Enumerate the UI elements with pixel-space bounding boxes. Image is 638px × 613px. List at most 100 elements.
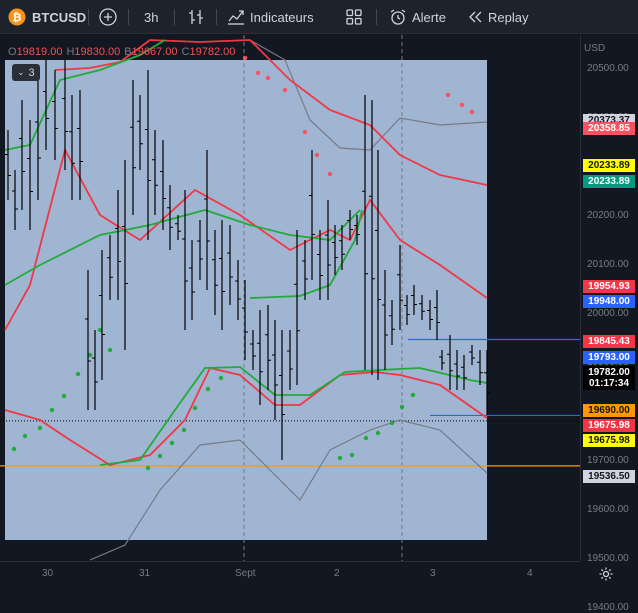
psar-dot-green xyxy=(349,452,355,458)
legend-close-value: 19782.00 xyxy=(189,46,236,58)
psar-dot-green xyxy=(75,371,81,377)
price-tick-label: 19700.00 xyxy=(587,455,629,466)
currency-label: USD xyxy=(584,43,606,54)
toolbar-divider xyxy=(128,9,129,25)
psar-dot-green xyxy=(410,392,416,398)
legend-open-key: O xyxy=(8,46,17,58)
price-tag: 20233.89 xyxy=(583,159,635,172)
price-tick-label: 20100.00 xyxy=(587,259,629,270)
toolbar-divider xyxy=(174,9,175,25)
ohlc-legend: O19819.00 H19830.00 B19667.00 C19782.00 xyxy=(8,46,239,58)
psar-dot-red xyxy=(302,129,308,135)
price-tag: 20233.89 xyxy=(583,175,635,188)
price-tag: 20358.85 xyxy=(583,122,635,135)
price-tick-label: 19500.00 xyxy=(587,553,629,564)
svg-text:₿: ₿ xyxy=(13,11,22,24)
settings-gear-icon[interactable] xyxy=(598,566,614,587)
psar-dot-red xyxy=(314,152,320,158)
psar-dot-green xyxy=(375,430,381,436)
psar-dot-green xyxy=(11,446,17,452)
indicators-label: Indicateurs xyxy=(250,9,314,25)
indicator-count: 3 xyxy=(28,66,35,79)
legend-open: O19819.00 xyxy=(8,46,62,58)
price-tick-label: 19400.00 xyxy=(587,602,629,613)
layout-button[interactable] xyxy=(344,0,364,34)
psar-dot-green xyxy=(363,435,369,441)
price-tick-label: 20200.00 xyxy=(587,210,629,221)
psar-dot-green xyxy=(192,405,198,411)
price-tag: 19793.00 xyxy=(583,351,635,364)
price-tick-label: 19600.00 xyxy=(587,504,629,515)
price-chart[interactable] xyxy=(0,35,580,561)
indicators-icon xyxy=(226,7,246,27)
add-symbol-icon xyxy=(98,7,118,27)
time-tick-label: 2 xyxy=(334,568,340,579)
price-tag: 19954.93 xyxy=(583,280,635,293)
price-tag: 19845.43 xyxy=(583,335,635,348)
bar-style-icon xyxy=(186,7,206,27)
psar-dot-red xyxy=(459,102,465,108)
replay-button[interactable]: Replay xyxy=(466,0,528,34)
psar-dot-green xyxy=(169,440,175,446)
top-toolbar: ₿ BTCUSD 3h Indicateurs Alerte Replay xyxy=(0,0,638,34)
interval-label: 3h xyxy=(144,9,159,25)
replay-icon xyxy=(466,8,484,26)
legend-low-value: 19667.00 xyxy=(131,46,178,58)
indicators-toggle[interactable]: ⌄ 3 xyxy=(12,64,40,81)
legend-low: B19667.00 xyxy=(124,46,177,58)
price-tick-label: 20500.00 xyxy=(587,63,629,74)
interval-button[interactable]: 3h xyxy=(144,0,158,34)
alert-button[interactable]: Alerte xyxy=(388,0,446,34)
psar-dot-green xyxy=(49,407,55,413)
psar-dot-green xyxy=(399,404,405,410)
toolbar-divider xyxy=(376,9,377,25)
time-axis[interactable]: 30 31 Sept 2 3 4 xyxy=(0,561,580,586)
psar-dot-red xyxy=(255,70,261,76)
legend-open-value: 19819.00 xyxy=(16,46,63,58)
price-tag: 19690.00 xyxy=(583,404,635,417)
price-tag: 19536.50 xyxy=(583,470,635,483)
price-tag: 19948.00 xyxy=(583,295,635,308)
legend-high: H19830.00 xyxy=(66,46,120,58)
psar-dot-green xyxy=(389,420,395,426)
price-scale[interactable]: 20500.0020400.0020300.0020200.0020100.00… xyxy=(580,35,638,613)
psar-dot-red xyxy=(265,75,271,81)
psar-dot-green xyxy=(107,347,113,353)
legend-close: C19782.00 xyxy=(182,46,236,58)
indicators-button[interactable]: Indicateurs xyxy=(226,0,314,34)
psar-dot-red xyxy=(445,92,451,98)
replay-label: Replay xyxy=(488,9,529,25)
psar-dot-red xyxy=(469,109,475,115)
psar-dot-green xyxy=(37,425,43,431)
price-tick-label: 20000.00 xyxy=(587,308,629,319)
alert-label: Alerte xyxy=(412,9,446,25)
toolbar-divider xyxy=(88,9,89,25)
legend-high-value: 19830.00 xyxy=(74,46,121,58)
legend-low-key: B xyxy=(124,46,132,58)
psar-dot-green xyxy=(61,393,67,399)
psar-dot-green xyxy=(337,455,343,461)
compare-symbol-button[interactable] xyxy=(98,0,118,34)
psar-dot-green xyxy=(218,375,224,381)
psar-dot-green xyxy=(205,386,211,392)
symbol-label: BTCUSD xyxy=(32,9,87,25)
toolbar-divider xyxy=(216,9,217,25)
time-tick-label: 31 xyxy=(139,568,151,579)
psar-dot-green xyxy=(181,427,187,433)
psar-dot-red xyxy=(242,55,248,61)
time-tick-label: Sept xyxy=(235,568,256,579)
time-tick-label: 30 xyxy=(42,568,54,579)
price-tag: 01:17:34 xyxy=(583,377,635,390)
alarm-clock-icon xyxy=(388,7,408,27)
psar-dot-green xyxy=(145,465,151,471)
chart-style-button[interactable] xyxy=(186,0,206,34)
symbol-search-button[interactable]: ₿ BTCUSD xyxy=(8,0,86,34)
psar-dot-green xyxy=(22,433,28,439)
time-tick-label: 3 xyxy=(430,568,436,579)
psar-dot-green xyxy=(157,453,163,459)
psar-dot-red xyxy=(327,171,333,177)
psar-dot-red xyxy=(282,87,288,93)
bitcoin-logo-icon: ₿ xyxy=(8,8,26,26)
layout-icon xyxy=(344,7,364,27)
time-tick-label: 4 xyxy=(527,568,533,579)
